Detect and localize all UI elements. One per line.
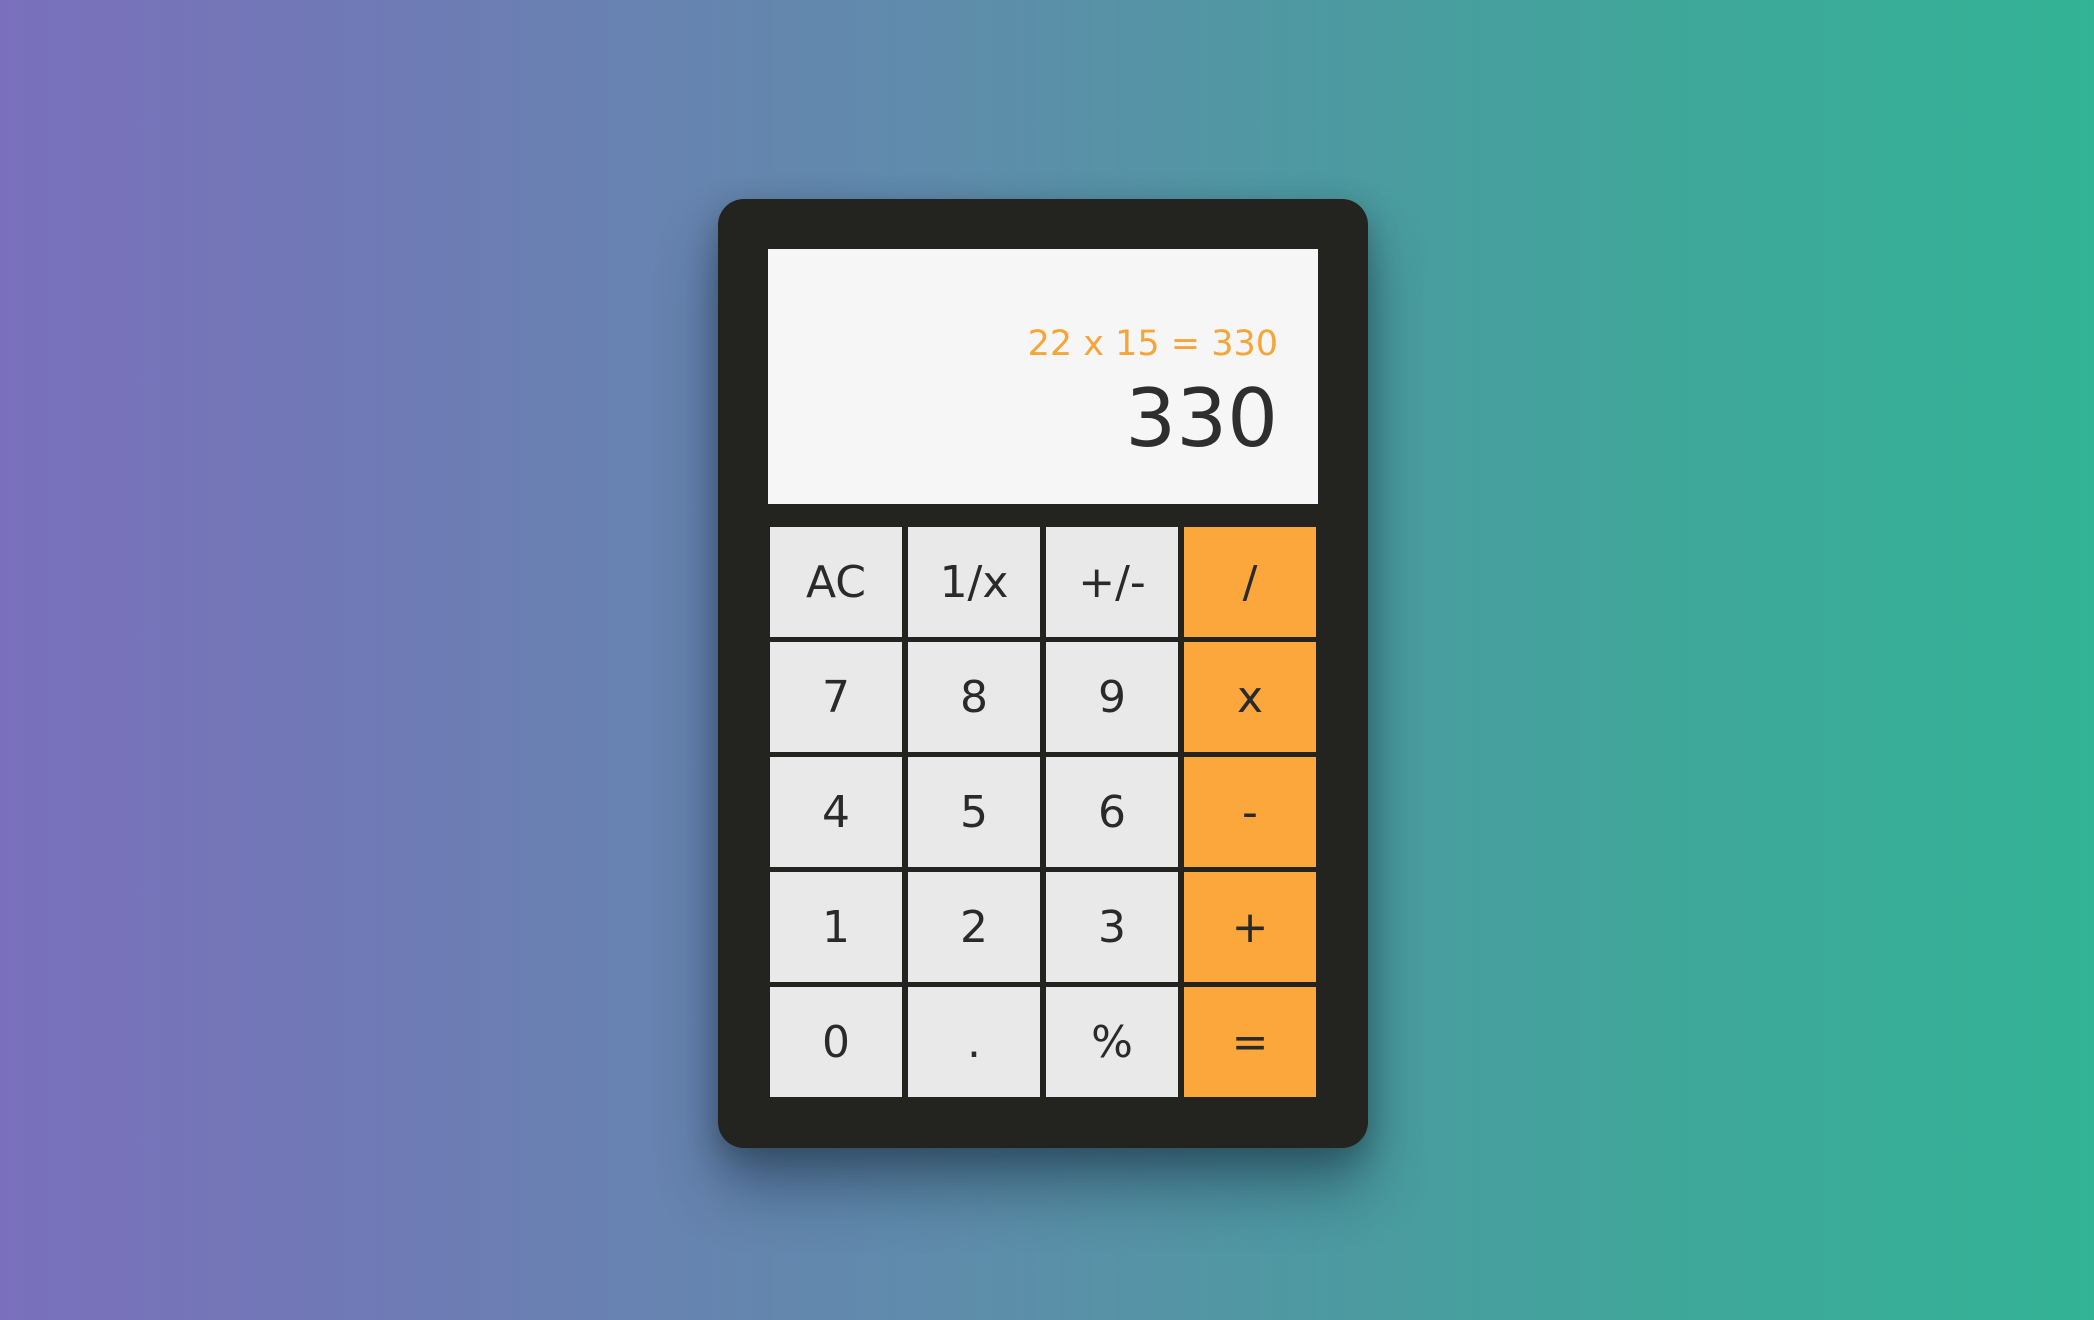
display-screen: 22 x 15 = 330 330 — [768, 249, 1318, 504]
divide-button[interactable]: / — [1184, 527, 1316, 637]
subtract-button[interactable]: - — [1184, 757, 1316, 867]
expression-readout: 22 x 15 = 330 — [1027, 324, 1278, 364]
digit-3-button[interactable]: 3 — [1046, 872, 1178, 982]
digit-4-button[interactable]: 4 — [770, 757, 902, 867]
digit-9-button[interactable]: 9 — [1046, 642, 1178, 752]
digit-5-button[interactable]: 5 — [908, 757, 1040, 867]
add-button[interactable]: + — [1184, 872, 1316, 982]
decimal-button[interactable]: . — [908, 987, 1040, 1097]
digit-0-button[interactable]: 0 — [770, 987, 902, 1097]
result-readout: 330 — [1125, 372, 1278, 465]
digit-6-button[interactable]: 6 — [1046, 757, 1178, 867]
calculator: 22 x 15 = 330 330 AC 1/x +/- / 7 8 9 x 4… — [718, 199, 1368, 1148]
digit-7-button[interactable]: 7 — [770, 642, 902, 752]
digit-2-button[interactable]: 2 — [908, 872, 1040, 982]
reciprocal-button[interactable]: 1/x — [908, 527, 1040, 637]
clear-button[interactable]: AC — [770, 527, 902, 637]
digit-1-button[interactable]: 1 — [770, 872, 902, 982]
equals-button[interactable]: = — [1184, 987, 1316, 1097]
toggle-sign-button[interactable]: +/- — [1046, 527, 1178, 637]
percent-button[interactable]: % — [1046, 987, 1178, 1097]
multiply-button[interactable]: x — [1184, 642, 1316, 752]
keypad: AC 1/x +/- / 7 8 9 x 4 5 6 - 1 2 3 + 0 .… — [770, 527, 1316, 1097]
digit-8-button[interactable]: 8 — [908, 642, 1040, 752]
